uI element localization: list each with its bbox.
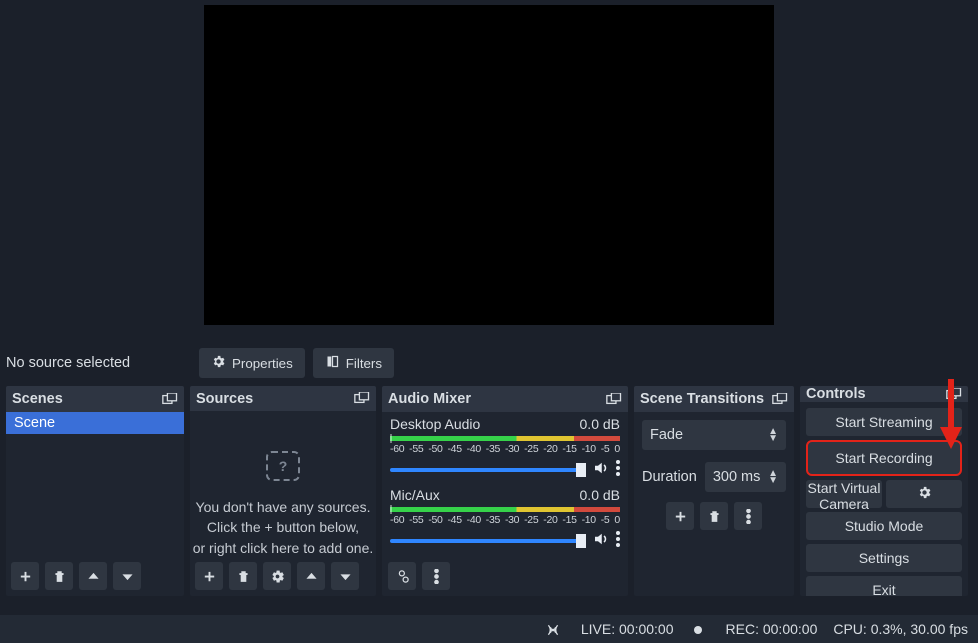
- virtual-camera-settings-button[interactable]: [886, 480, 962, 508]
- volume-slider[interactable]: [390, 539, 586, 543]
- no-source-label: No source selected: [4, 355, 199, 371]
- start-streaming-button[interactable]: Start Streaming: [806, 408, 962, 436]
- sources-footer: [190, 558, 376, 596]
- mixer-header[interactable]: Audio Mixer: [382, 386, 628, 412]
- source-up-button[interactable]: [297, 562, 325, 590]
- sources-list[interactable]: ? You don't have any sources. Click the …: [190, 411, 376, 558]
- transition-menu-button[interactable]: [734, 502, 762, 530]
- controls-header[interactable]: Controls: [800, 386, 968, 402]
- filters-button[interactable]: Filters: [313, 348, 394, 378]
- meter-ticks: -60-55-50-45-40-35-30-25-20-15-10-50: [390, 443, 620, 455]
- duration-input[interactable]: 300 ms ▲▼: [705, 462, 786, 492]
- properties-label: Properties: [232, 356, 293, 371]
- add-source-button[interactable]: [195, 562, 223, 590]
- exit-button[interactable]: Exit: [806, 576, 962, 596]
- preview-area: [0, 0, 978, 344]
- popout-icon[interactable]: [772, 393, 788, 406]
- popout-icon[interactable]: [946, 388, 962, 401]
- audio-channel-mic: Mic/Aux 0.0 dB -60-55-50-45-40-35-30-25-…: [382, 483, 628, 554]
- mixer-dock: Audio Mixer Desktop Audio 0.0 dB -60-55-…: [382, 386, 628, 596]
- transition-selected: Fade: [650, 427, 683, 443]
- channel-name: Desktop Audio: [390, 416, 480, 432]
- question-icon: ?: [266, 451, 300, 481]
- channel-name: Mic/Aux: [390, 487, 440, 503]
- empty-line-1: You don't have any sources.: [190, 497, 376, 517]
- transitions-title: Scene Transitions: [640, 391, 764, 407]
- scene-item-label: Scene: [14, 415, 55, 431]
- popout-icon[interactable]: [354, 392, 370, 405]
- gear-icon: [211, 354, 226, 372]
- speaker-icon[interactable]: [592, 459, 610, 481]
- preview-canvas[interactable]: [204, 5, 774, 325]
- controls-body: Start Streaming Start Recording Start Vi…: [800, 402, 968, 596]
- scene-down-button[interactable]: [113, 562, 141, 590]
- audio-meter: [390, 507, 620, 512]
- status-bar: LIVE: 00:00:00 REC: 00:00:00 CPU: 0.3%, …: [0, 615, 978, 643]
- settings-button[interactable]: Settings: [806, 544, 962, 572]
- studio-mode-button[interactable]: Studio Mode: [806, 512, 962, 540]
- scenes-list[interactable]: Scene: [6, 412, 184, 558]
- scenes-footer: [6, 558, 184, 596]
- start-recording-button[interactable]: Start Recording: [806, 440, 962, 476]
- transitions-dock: Scene Transitions Fade ▲▼ Duration 300 m…: [634, 386, 794, 596]
- advanced-audio-button[interactable]: [388, 562, 416, 590]
- popout-icon[interactable]: [162, 393, 178, 406]
- sources-empty-state: ? You don't have any sources. Click the …: [190, 411, 376, 558]
- remove-transition-button[interactable]: [700, 502, 728, 530]
- transitions-header[interactable]: Scene Transitions: [634, 386, 794, 412]
- live-status: LIVE: 00:00:00: [581, 621, 674, 637]
- speaker-icon[interactable]: [592, 530, 610, 552]
- mixer-menu-button[interactable]: [422, 562, 450, 590]
- controls-title: Controls: [806, 386, 866, 402]
- filters-label: Filters: [346, 356, 382, 371]
- properties-button[interactable]: Properties: [199, 348, 305, 378]
- channel-menu-icon[interactable]: [616, 460, 620, 480]
- empty-line-3: or right click here to add one.: [190, 538, 376, 558]
- transition-select[interactable]: Fade ▲▼: [642, 420, 786, 450]
- channel-db: 0.0 dB: [580, 416, 620, 432]
- add-scene-button[interactable]: [11, 562, 39, 590]
- volume-slider[interactable]: [390, 468, 586, 472]
- remove-source-button[interactable]: [229, 562, 257, 590]
- popout-icon[interactable]: [606, 393, 622, 406]
- scenes-title: Scenes: [12, 391, 63, 407]
- sources-header[interactable]: Sources: [190, 386, 376, 411]
- scenes-dock: Scenes Scene: [6, 386, 184, 596]
- rec-status: REC: 00:00:00: [726, 621, 818, 637]
- source-down-button[interactable]: [331, 562, 359, 590]
- transitions-body: Fade ▲▼ Duration 300 ms ▲▼: [634, 412, 794, 538]
- mixer-footer: [382, 556, 628, 596]
- filters-icon: [325, 354, 340, 372]
- updown-icon: ▲▼: [768, 428, 778, 442]
- channel-menu-icon[interactable]: [616, 531, 620, 551]
- channel-db: 0.0 dB: [580, 487, 620, 503]
- scene-item[interactable]: Scene: [6, 412, 184, 434]
- controls-dock: Controls Start Streaming Start Recording…: [800, 386, 968, 596]
- scene-up-button[interactable]: [79, 562, 107, 590]
- docks-row: Scenes Scene Sources ? Yo: [0, 382, 978, 596]
- signal-icon: [545, 620, 565, 637]
- updown-icon: ▲▼: [768, 470, 778, 484]
- record-icon: [690, 620, 710, 637]
- cpu-status: CPU: 0.3%, 30.00 fps: [833, 621, 968, 637]
- start-virtual-camera-button[interactable]: Start Virtual Camera: [806, 480, 882, 508]
- scenes-header[interactable]: Scenes: [6, 386, 184, 412]
- empty-line-2: Click the + button below,: [190, 517, 376, 537]
- duration-value: 300 ms: [713, 469, 761, 485]
- remove-scene-button[interactable]: [45, 562, 73, 590]
- audio-channel-desktop: Desktop Audio 0.0 dB -60-55-50-45-40-35-…: [382, 412, 628, 483]
- status-row: No source selected Properties Filters: [0, 344, 978, 382]
- audio-meter: [390, 436, 620, 441]
- add-transition-button[interactable]: [666, 502, 694, 530]
- sources-dock: Sources ? You don't have any sources. Cl…: [190, 386, 376, 596]
- mixer-title: Audio Mixer: [388, 391, 471, 407]
- duration-label: Duration: [642, 469, 697, 485]
- sources-title: Sources: [196, 391, 253, 407]
- meter-ticks: -60-55-50-45-40-35-30-25-20-15-10-50: [390, 514, 620, 526]
- source-properties-button[interactable]: [263, 562, 291, 590]
- mixer-body: Desktop Audio 0.0 dB -60-55-50-45-40-35-…: [382, 412, 628, 556]
